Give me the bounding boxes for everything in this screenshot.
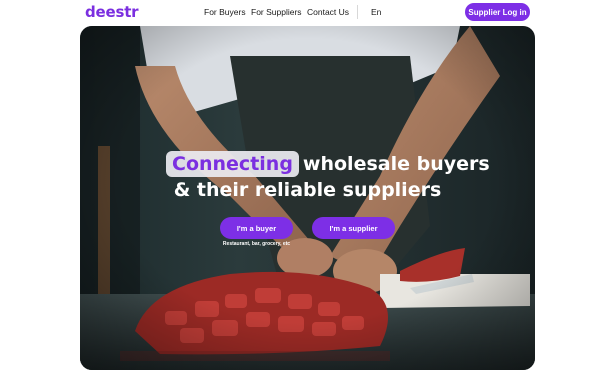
- language-selector[interactable]: En: [371, 7, 381, 17]
- nav-for-suppliers-link[interactable]: For Suppliers: [251, 7, 302, 17]
- headline-text: wholesale buyers: [302, 153, 490, 175]
- nav-for-buyers-link[interactable]: For Buyers: [204, 7, 246, 17]
- nav-contact-us-link[interactable]: Contact Us: [307, 7, 349, 17]
- im-a-supplier-button[interactable]: I'm a supplier: [312, 217, 395, 239]
- top-navigation: deestr For Buyers For Suppliers Contact …: [0, 0, 593, 24]
- nav-divider: [357, 5, 358, 19]
- supplier-login-button[interactable]: Supplier Log in: [465, 3, 530, 21]
- headline-highlight: Connecting: [166, 151, 299, 177]
- headline-subtext: & their reliable suppliers: [173, 179, 442, 201]
- deestr-logo[interactable]: deestr: [85, 3, 139, 21]
- im-a-buyer-button[interactable]: I'm a buyer: [220, 217, 293, 239]
- hero-section: Connecting wholesale buyers & their reli…: [80, 26, 535, 370]
- buyer-caption: Restaurant, bar, grocery, etc: [222, 241, 291, 247]
